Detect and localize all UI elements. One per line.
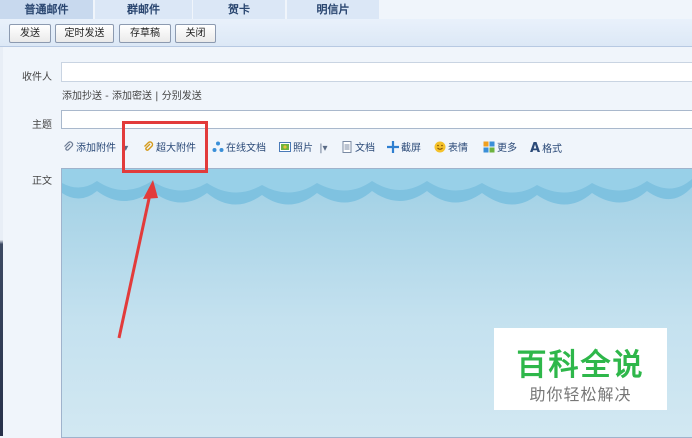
add-attachment-label: 添加附件 xyxy=(76,143,116,154)
tab-greeting-card[interactable]: 贺卡 xyxy=(193,0,285,19)
close-button[interactable]: 关闭 xyxy=(175,24,216,43)
document-label: 文档 xyxy=(355,143,375,154)
photo-label: 照片 xyxy=(293,143,313,154)
compose-toolbar: 发送 定时发送 存草稿 关闭 xyxy=(0,19,692,47)
tab-normal-mail[interactable]: 普通邮件 xyxy=(0,0,93,19)
tab-bar: 普通邮件 群邮件 贺卡 明信片 xyxy=(0,0,692,19)
body-label: 正文 xyxy=(32,176,52,187)
document-button[interactable]: 文档 xyxy=(341,141,375,157)
format-button[interactable]: A 格式 xyxy=(530,141,562,157)
more-label: 更多 xyxy=(497,143,517,154)
chevron-down-icon[interactable]: |▾ xyxy=(319,143,327,154)
screenshot-button[interactable]: 截屏 xyxy=(387,141,421,157)
share-icon xyxy=(212,141,224,152)
emoji-label: 表情 xyxy=(448,143,468,154)
recipient-label: 收件人 xyxy=(22,72,52,83)
cloud-border-decoration xyxy=(62,169,692,205)
subject-label: 主题 xyxy=(32,120,52,131)
format-label: 格式 xyxy=(542,144,563,155)
send-button[interactable]: 发送 xyxy=(9,24,51,43)
online-document-button[interactable]: 在线文档 xyxy=(212,141,266,157)
online-document-label: 在线文档 xyxy=(226,143,266,154)
watermark-subtitle: 助你轻松解决 xyxy=(529,385,632,404)
add-attachment-button[interactable]: 添加附件 ▾ xyxy=(62,141,128,157)
emoji-button[interactable]: 表情 xyxy=(434,141,468,157)
left-edge-strip xyxy=(0,0,3,436)
photo-icon xyxy=(279,142,291,152)
recipient-input[interactable] xyxy=(61,62,692,82)
paperclip-icon xyxy=(64,141,74,151)
photo-button[interactable]: 照片 |▾ xyxy=(279,141,328,157)
screenshot-label: 截屏 xyxy=(401,143,421,154)
cc-bcc-links[interactable]: 添加抄送 - 添加密送 | 分别发送 xyxy=(62,87,202,102)
schedule-send-button[interactable]: 定时发送 xyxy=(55,24,114,43)
document-icon xyxy=(342,141,352,153)
tab-postcard[interactable]: 明信片 xyxy=(287,0,379,19)
highlight-box xyxy=(122,121,208,173)
grid-icon xyxy=(483,141,495,153)
save-draft-button[interactable]: 存草稿 xyxy=(119,24,171,43)
smiley-icon xyxy=(434,141,446,153)
watermark-title: 百科全说 xyxy=(516,348,645,383)
watermark-logo: 百科全说 助你轻松解决 xyxy=(494,328,667,410)
font-icon: A xyxy=(530,141,541,156)
tab-group-mail[interactable]: 群邮件 xyxy=(95,0,192,19)
screenshot-icon xyxy=(387,141,399,153)
more-button[interactable]: 更多 xyxy=(483,141,517,157)
